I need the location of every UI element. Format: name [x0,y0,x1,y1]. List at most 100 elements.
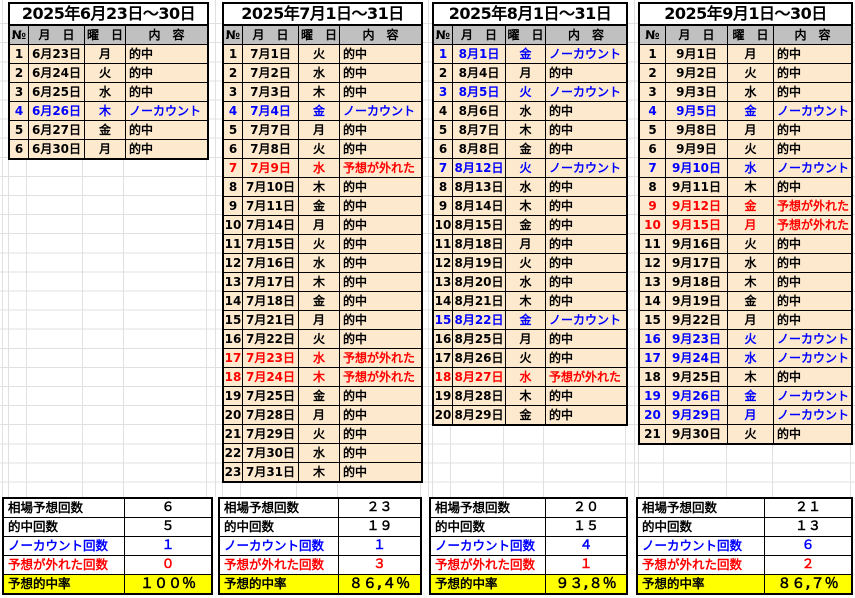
summary-label: 的中回数 [220,518,338,536]
cell-day: 金 [84,121,125,139]
cell-date: 9月23日 [665,330,727,348]
cell-content: 的中 [339,425,421,443]
cell-day: 水 [505,102,545,120]
table-row: 227月30日水的中 [224,443,421,462]
cell-content: 的中 [773,235,851,253]
summary-value: １ [338,537,420,555]
table-header-row: №月 日曜 日内 容 [224,26,421,44]
table-row: 188月27日水予想が外れた [434,367,626,386]
cell-no: 18 [640,368,665,386]
cell-day: 月 [727,121,773,139]
gridline-vertical [432,426,433,497]
cell-content: 的中 [339,178,421,196]
summary-label: 予想的中率 [431,575,545,593]
cell-date: 9月12日 [665,197,727,215]
header-date: 月 日 [665,26,727,44]
table-title: 2025年7月1日～31日 [224,4,421,26]
summary-value: ２１ [764,499,851,517]
month-table: 2025年7月1日～31日№月 日曜 日内 容17月1日火的中27月2日水的中3… [222,2,423,483]
cell-date: 8月12日 [452,159,505,177]
table-row: 157月21日月的中 [224,310,421,329]
cell-no: 12 [640,254,665,272]
gridline-vertical [850,445,851,497]
cell-day: 木 [505,197,545,215]
cell-date: 7月3日 [242,83,298,101]
cell-content: 的中 [773,83,851,101]
summary-box: 相場予想回数２１的中回数１３ノーカウント回数６予想が外れた回数２予想的中率８６,… [636,497,853,595]
cell-day: 火 [298,235,339,253]
cell-content: 的中 [339,216,421,234]
cell-content: 的中 [339,235,421,253]
cell-date: 8月4日 [452,64,505,82]
cell-date: 8月28日 [452,387,505,405]
cell-no: 21 [640,425,665,443]
cell-date: 9月18日 [665,273,727,291]
cell-content: 的中 [545,140,626,158]
cell-no: 11 [434,235,452,253]
cell-date: 8月19日 [452,254,505,272]
cell-content: 的中 [125,45,207,63]
table-row: 97月11日金的中 [224,196,421,215]
cell-content: 予想が外れた [339,159,421,177]
summary-label: 予想的中率 [220,575,338,593]
table-row: 139月18日木的中 [640,272,851,291]
cell-day: 水 [298,64,339,82]
cell-date: 7月11日 [242,197,298,215]
table-row: 29月2日火的中 [640,63,851,82]
cell-day: 水 [298,159,339,177]
gridline-vertical [726,445,727,497]
summary-label: 相場予想回数 [638,499,764,517]
cell-day: 木 [298,463,339,481]
table-row: 98月14日木的中 [434,196,626,215]
table-row: 66月30日月的中 [10,139,207,158]
cell-date: 7月21日 [242,311,298,329]
gridline-vertical [503,426,504,497]
header-day: 曜 日 [505,26,545,44]
cell-day: 金 [298,197,339,215]
cell-date: 7月22日 [242,330,298,348]
cell-content: 的中 [545,330,626,348]
cell-no: 8 [640,178,665,196]
cell-no: 16 [224,330,242,348]
cell-day: 月 [505,235,545,253]
cell-date: 9月22日 [665,311,727,329]
table-row: 217月29日火的中 [224,424,421,443]
cell-content: ノーカウント [339,102,421,120]
summary-value: １５ [545,518,626,536]
gridline-vertical [2,0,3,497]
cell-day: 火 [505,159,545,177]
cell-content: 的中 [339,330,421,348]
cell-date: 7月10日 [242,178,298,196]
summary-row-total: 相場予想回数２３ [220,499,420,517]
gridline-vertical [240,483,241,497]
cell-day: 月 [727,406,773,424]
cell-content: 的中 [773,311,851,329]
summary-label: 的中回数 [638,518,764,536]
cell-no: 17 [224,349,242,367]
cell-no: 10 [640,216,665,234]
cell-date: 8月29日 [452,406,505,424]
table-row: 197月25日金的中 [224,386,421,405]
summary-row-nocount: ノーカウント回数６ [638,536,851,555]
table-row: 47月4日金ノーカウント [224,101,421,120]
header-date: 月 日 [28,26,84,44]
cell-day: 火 [298,45,339,63]
cell-day: 水 [727,254,773,272]
table-row: 149月19日金的中 [640,291,851,310]
cell-day: 金 [505,45,545,63]
table-row: 148月21日木的中 [434,291,626,310]
gridline-vertical [450,426,451,497]
gridline-vertical [222,483,223,497]
table-row: 108月15日金的中 [434,215,626,234]
cell-content: 的中 [339,64,421,82]
cell-content: 予想が外れた [545,368,626,386]
summary-value: １ [124,537,211,555]
cell-day: 月 [505,64,545,82]
table-row: 198月28日木的中 [434,386,626,405]
summary-row-hit: 的中回数５ [4,517,211,536]
cell-day: 金 [505,311,545,329]
cell-content: 的中 [339,463,421,481]
gridline-vertical [215,0,216,497]
cell-day: 火 [727,425,773,443]
table-row: 119月16日火的中 [640,234,851,253]
